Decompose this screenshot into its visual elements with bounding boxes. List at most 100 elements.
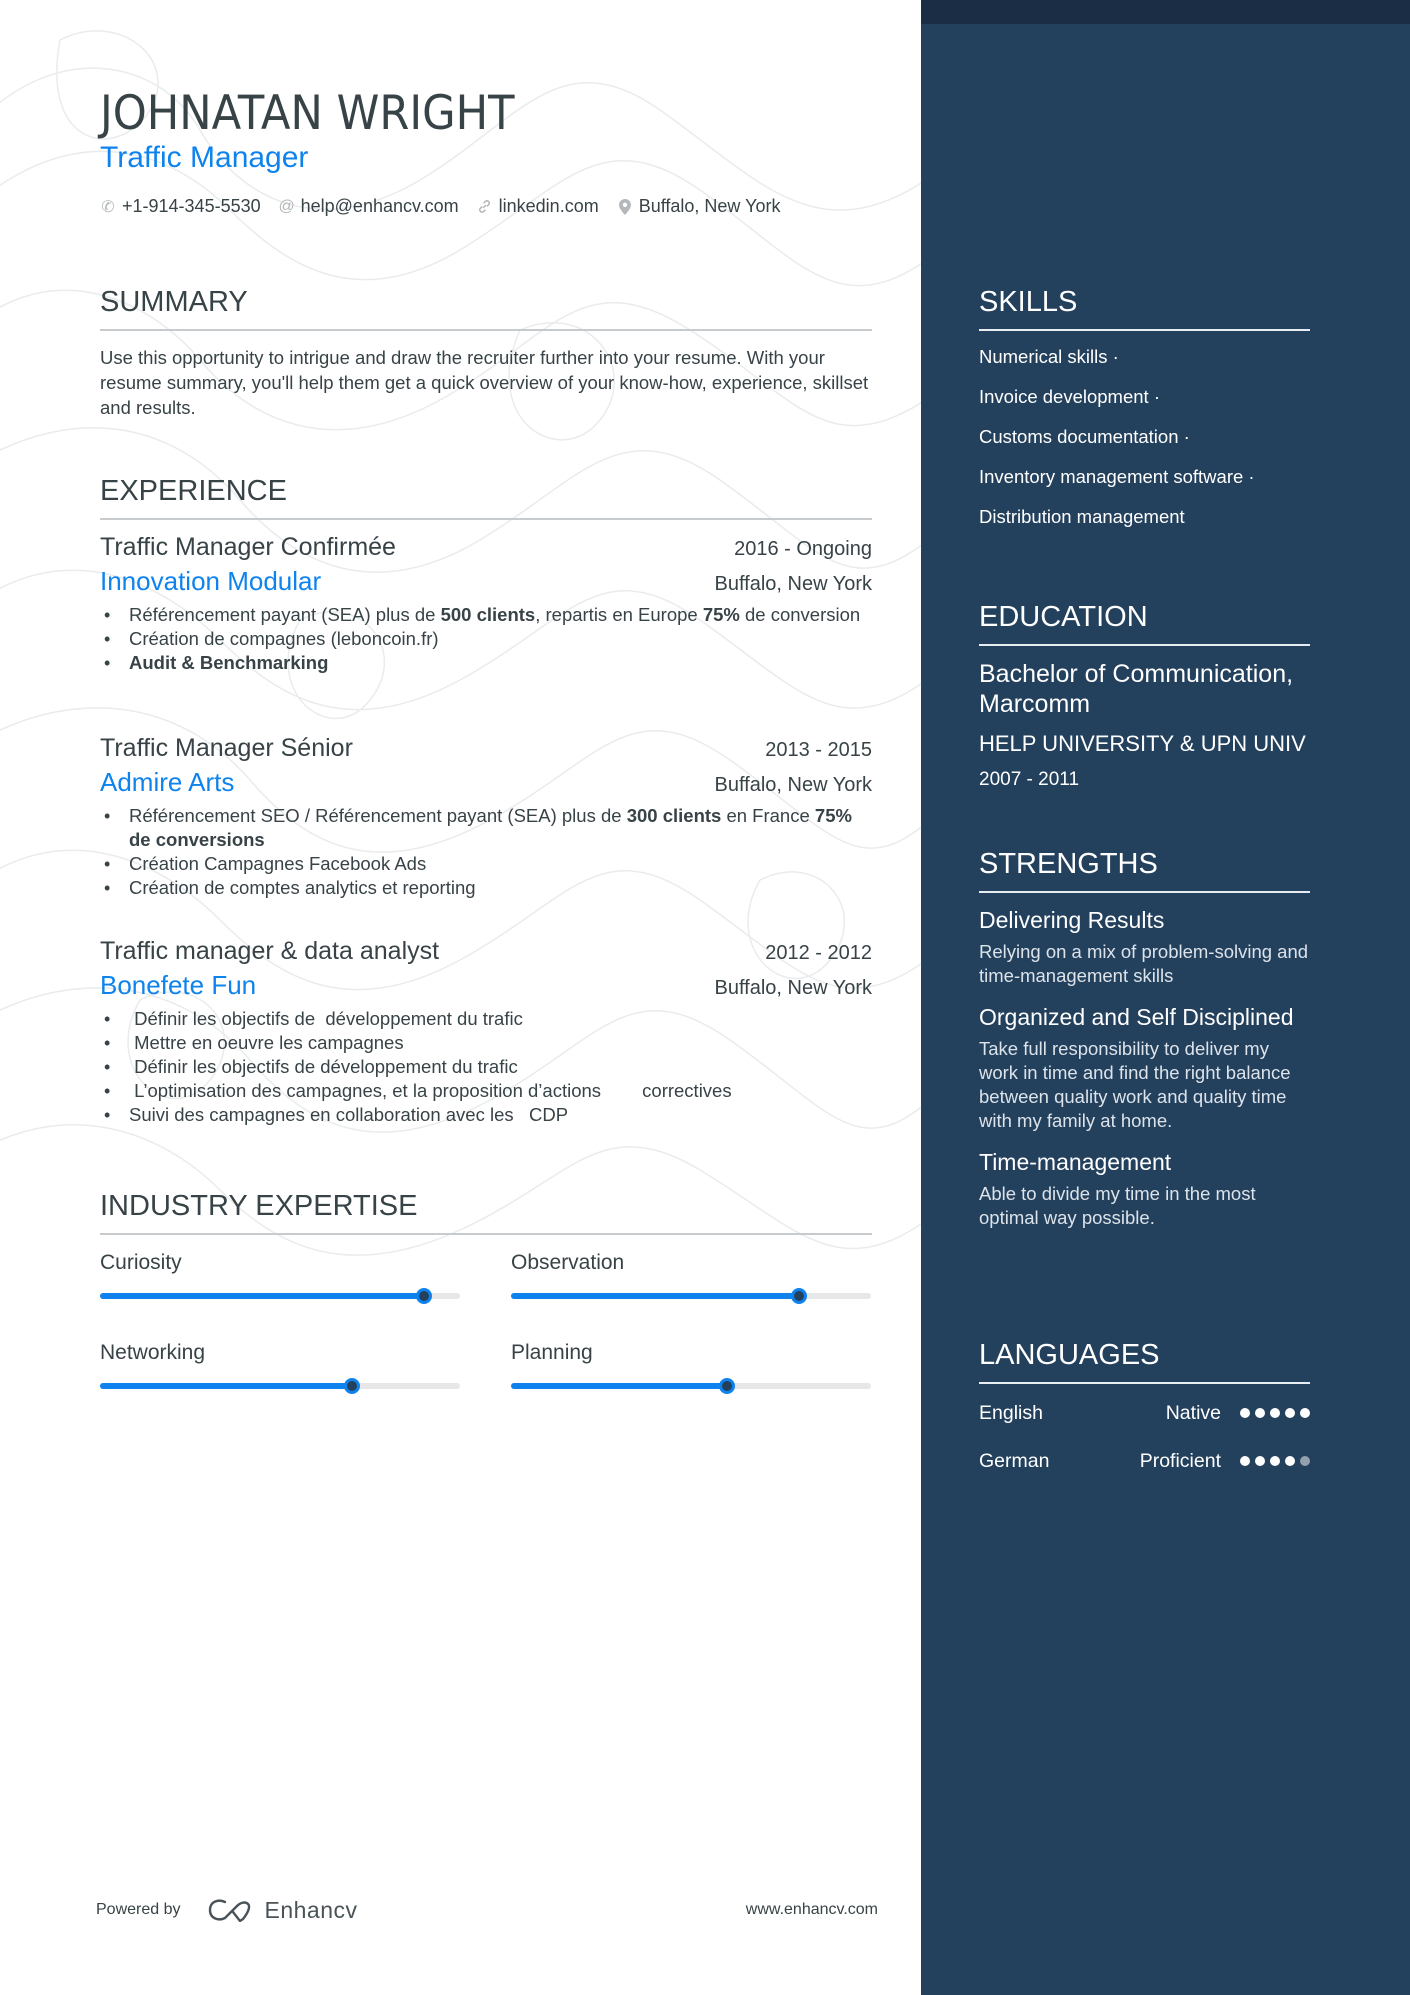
job-company-row: Bonefete Fun Buffalo, New York [100,970,872,1001]
company-name[interactable]: Innovation Modular [100,566,321,597]
strength-description: Able to divide my time in the most optim… [979,1183,1256,1228]
expertise-label: Planning [511,1341,593,1364]
job-dates: 2012 - 2012 [765,942,872,964]
skills-list: Numerical skills · Invoice development · C… [979,345,1310,529]
expertise-item: Curiosity [100,1251,460,1304]
skill-item: Numerical skills · [979,346,1119,367]
skill-item: Customs documentation · [979,426,1190,447]
education-degree: Bachelor of Communication, Marcomm [979,660,1294,718]
expertise-item: Observation [511,1251,871,1304]
strength-item: Delivering Results Relying on a mix of pr… [979,907,1310,988]
skill-item: Distribution management [979,506,1185,527]
expertise-slider[interactable] [511,1288,871,1304]
strength-title: Organized and Self Disciplined [979,1004,1294,1030]
expertise-grid: Curiosity Observation Networking Planning [100,1235,872,1435]
strength-item: Time-management Able to divide my time in… [979,1149,1310,1230]
job-dates: 2013 - 2015 [765,739,872,761]
bullet-text: Mettre en oeuvre les campagnes [129,1032,404,1053]
job-bullet: Audit & Benchmarking [100,651,872,675]
job-bullet: Création de comptes analytics et reporti… [100,876,872,900]
education-dates: 2007 - 2011 [979,769,1080,790]
bullet-text: Création Campagnes Facebook Ads [129,853,427,874]
job-header-row: Traffic Manager Sénior 2013 - 2015 [100,734,872,763]
languages-section: LANGUAGES English Native German Proficient [979,1339,1310,1476]
location-pin-icon [617,198,633,215]
bullet-text: en France [721,805,815,826]
enhancv-brand-name: Enhancv [264,1896,358,1923]
strength-title: Time-management [979,1149,1172,1175]
job-bullet: Mettre en oeuvre les campagnes [100,1031,872,1055]
bullet-text: de conversion [739,604,861,625]
sidebar: SKILLS Numerical skills · Invoice develop… [921,0,1410,1995]
strengths-section: STRENGTHS Delivering Results Relying on a… [979,848,1310,1230]
summary-section: SUMMARY Use this opportunity to intrigue… [100,286,872,420]
education-section: EDUCATION Bachelor of Communication, Mar… [979,601,1310,791]
job-entry: Traffic Manager Sénior 2013 - 2015 Admire … [100,734,872,900]
expertise-item: Planning [511,1341,871,1394]
expertise-label: Curiosity [100,1251,182,1274]
job-bullet: Suivi des campagnes en collaboration ave… [100,1103,872,1127]
contact-email[interactable]: @ help@enhancv.com [279,196,459,217]
bullet-text: Définir les objectifs de développement d… [129,1056,518,1077]
job-bullet: Création Campagnes Facebook Ads [100,852,872,876]
experience-title: EXPERIENCE [100,475,287,507]
experience-section: EXPERIENCE Traffic Manager Confirmée 2016… [100,475,872,1127]
rating-dot-filled [1255,1456,1265,1466]
slider-fill [511,1293,799,1299]
language-level: Proficient [1139,1449,1221,1472]
job-bullets: Référencement payant (SEA) plus de 500 c… [100,603,872,675]
link-icon [477,199,493,214]
education-school: HELP UNIVERSITY & UPN UNIV [979,731,1306,756]
rating-dot-filled [1240,1456,1250,1466]
job-bullet: L’optimisation des campagnes, et la prop… [100,1079,872,1103]
bullet-text: Suivi des campagnes en collaboration ave… [129,1104,569,1125]
enhancv-logo[interactable]: Enhancv [207,1897,358,1924]
sidebar-top-strip [921,0,1410,24]
rating-dot-empty [1300,1456,1310,1466]
expertise-slider[interactable] [100,1378,460,1394]
job-bullet: Définir les objectifs de développement d… [100,1007,872,1031]
contact-linkedin[interactable]: linkedin.com [477,196,599,217]
skills-section: SKILLS Numerical skills · Invoice develop… [979,286,1310,529]
slider-knob[interactable] [344,1378,360,1394]
job-company-row: Innovation Modular Buffalo, New York [100,566,872,597]
section-divider [100,329,872,331]
job-bullet: Référencement SEO / Référencement payant… [100,804,872,852]
expertise-slider[interactable] [100,1288,460,1304]
site-link[interactable]: www.enhancv.com [746,1901,878,1919]
job-header-row: Traffic Manager Confirmée 2016 - Ongoing [100,533,872,562]
slider-knob[interactable] [791,1288,807,1304]
at-icon: @ [278,197,295,215]
resume-page: JOHNATAN WRIGHT Traffic Manager ✆ +1-914… [0,0,1410,1995]
skill-item: Inventory management software · [979,466,1255,487]
strength-item: Organized and Self Disciplined Take full … [979,1004,1310,1133]
company-name[interactable]: Bonefete Fun [100,970,256,1001]
summary-title: SUMMARY [100,286,248,318]
job-bullets: Référencement SEO / Référencement payant… [100,804,872,900]
rating-dot-filled [1255,1408,1265,1418]
bullet-text: Référencement payant (SEA) plus de [129,604,441,625]
expertise-title: INDUSTRY EXPERTISE [100,1190,418,1222]
contact-phone[interactable]: ✆ +1-914-345-5530 [100,196,261,217]
bullet-highlight: 300 clients [626,805,722,826]
bullet-text: Définir les objectifs de développement d… [129,1008,523,1029]
language-level: Native [1165,1401,1221,1424]
language-item: German Proficient [979,1446,1310,1476]
slider-knob[interactable] [416,1288,432,1304]
phone-text: +1-914-345-5530 [122,196,261,216]
bullet-highlight: 500 clients [440,604,536,625]
slider-fill [511,1383,727,1389]
slider-knob[interactable] [719,1378,735,1394]
languages-title: LANGUAGES [979,1339,1160,1371]
company-name[interactable]: Admire Arts [100,767,234,798]
candidate-name: JOHNATAN WRIGHT [100,86,515,141]
language-name: German [979,1449,1050,1472]
rating-dot-filled [1270,1408,1280,1418]
rating-dot-filled [1300,1408,1310,1418]
language-item: English Native [979,1398,1310,1428]
job-bullets: Définir les objectifs de développement d… [100,1007,872,1127]
job-header-row: Traffic manager & data analyst 2012 - 201… [100,937,872,966]
strength-title: Delivering Results [979,907,1165,933]
section-divider [979,1382,1310,1384]
expertise-slider[interactable] [511,1378,871,1394]
